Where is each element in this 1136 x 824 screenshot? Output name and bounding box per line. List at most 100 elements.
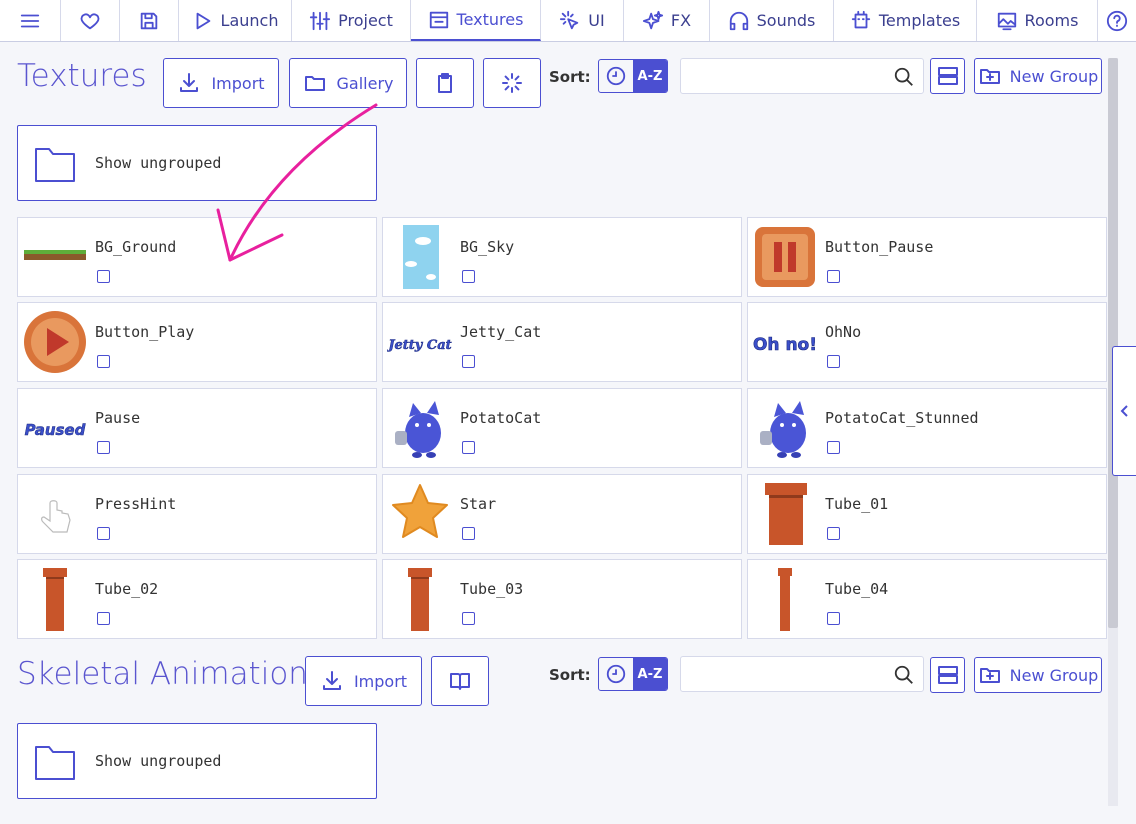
help-button[interactable] [1098, 0, 1136, 41]
texture-checkbox[interactable] [827, 355, 840, 368]
texture-card[interactable]: Tube_02 [17, 559, 377, 639]
tab-launch-label: Launch [220, 11, 279, 30]
chevron-left-icon [1120, 405, 1128, 417]
texture-checkbox[interactable] [97, 441, 110, 454]
tab-project[interactable]: Project [292, 0, 411, 41]
texture-name: Star [460, 495, 497, 513]
skeletal-show-ungrouped[interactable]: Show ungrouped [17, 723, 377, 799]
sort-az-button[interactable]: A-Z [633, 60, 667, 92]
tab-launch[interactable]: Launch [179, 0, 292, 41]
template-icon [851, 10, 870, 28]
texture-card[interactable]: Tube_04 [747, 559, 1107, 639]
clock-icon [606, 66, 626, 86]
texture-name: Tube_01 [825, 495, 889, 513]
cursor-icon [560, 10, 579, 29]
skeletal-import-label: Import [353, 671, 408, 691]
textures-search-input[interactable] [689, 59, 893, 93]
clipboard-icon [438, 73, 452, 93]
texture-card[interactable]: Button_Pause [747, 217, 1107, 297]
generate-button[interactable] [483, 58, 541, 108]
texture-checkbox[interactable] [827, 612, 840, 625]
tab-templates[interactable]: Templates [834, 0, 977, 41]
tab-textures[interactable]: Textures [411, 0, 541, 41]
texture-checkbox[interactable] [97, 527, 110, 540]
skeletal-sort-az-button[interactable]: A-Z [633, 658, 667, 690]
texture-name: PotatoCat [460, 409, 542, 427]
texture-thumbnail [22, 224, 88, 290]
texture-thumbnail [387, 566, 453, 632]
texture-checkbox[interactable] [462, 355, 475, 368]
menu-button[interactable] [0, 0, 61, 41]
skeletal-docs-button[interactable] [431, 656, 489, 706]
rows-icon [937, 67, 958, 85]
texture-checkbox[interactable] [462, 527, 475, 540]
textures-layout-button[interactable] [930, 58, 965, 94]
favorites-button[interactable] [61, 0, 120, 41]
sort-by-date-button[interactable] [599, 60, 633, 92]
save-icon [140, 12, 158, 29]
tab-sounds-label: Sounds [756, 11, 816, 30]
skeletal-new-group-button[interactable]: New Group [974, 657, 1102, 693]
sliders-icon [310, 11, 331, 30]
texture-card[interactable]: BG_Sky [382, 217, 742, 297]
texture-card[interactable]: Paused Pause [17, 388, 377, 468]
texture-name: Button_Play [95, 323, 195, 341]
tab-fx[interactable]: FX [624, 0, 710, 41]
texture-card[interactable]: Jetty Cat Jetty_Cat [382, 302, 742, 382]
play-icon [196, 12, 210, 29]
texture-card[interactable]: Button_Play [17, 302, 377, 382]
tab-fx-label: FX [670, 11, 692, 30]
texture-icon [429, 11, 448, 28]
textures-search [680, 58, 924, 94]
texture-checkbox[interactable] [462, 612, 475, 625]
texture-checkbox[interactable] [827, 270, 840, 283]
texture-card[interactable]: Oh no! OhNo [747, 302, 1107, 382]
paste-button[interactable] [416, 58, 474, 108]
texture-checkbox[interactable] [462, 270, 475, 283]
skeletal-sort-label: Sort: [549, 666, 591, 684]
texture-checkbox[interactable] [97, 270, 110, 283]
texture-thumbnail [22, 309, 88, 375]
menu-icon [20, 14, 40, 27]
textures-title: Textures [17, 58, 147, 94]
texture-card[interactable]: Tube_03 [382, 559, 742, 639]
textures-new-group-button[interactable]: New Group [974, 58, 1102, 94]
texture-thumbnail: Oh no! [752, 309, 818, 375]
texture-thumbnail [387, 395, 453, 461]
texture-card[interactable]: PressHint [17, 474, 377, 554]
heart-icon [80, 12, 100, 29]
skeletal-layout-button[interactable] [930, 657, 965, 693]
scrollbar-thumb[interactable] [1108, 58, 1118, 628]
headphones-icon [729, 11, 748, 30]
texture-checkbox[interactable] [97, 612, 110, 625]
tab-ui-label: UI [588, 11, 605, 30]
skeletal-sort-toggle: A-Z [598, 657, 668, 691]
texture-name: Tube_03 [460, 580, 524, 598]
texture-card[interactable]: Star [382, 474, 742, 554]
folder-icon [304, 76, 325, 91]
textures-import-label: Import [211, 73, 265, 93]
tab-ui[interactable]: UI [541, 0, 624, 41]
skeletal-search [680, 656, 924, 692]
texture-name: Tube_02 [95, 580, 159, 598]
skeletal-new-group-label: New Group [1009, 665, 1099, 685]
texture-checkbox[interactable] [462, 441, 475, 454]
top-nav: Launch Project Textures UI FX Sounds Tem… [0, 0, 1136, 42]
skeletal-search-input[interactable] [689, 657, 893, 691]
skeletal-sort-by-date-button[interactable] [599, 658, 633, 690]
skeletal-import-button[interactable]: Import [305, 656, 422, 706]
save-button[interactable] [120, 0, 179, 41]
tab-rooms-label: Rooms [1024, 11, 1079, 30]
texture-card[interactable]: PotatoCat [382, 388, 742, 468]
side-panel-toggle[interactable] [1112, 346, 1136, 476]
texture-checkbox[interactable] [827, 527, 840, 540]
search-icon [894, 67, 913, 86]
tab-rooms[interactable]: Rooms [977, 0, 1098, 41]
texture-checkbox[interactable] [827, 441, 840, 454]
tab-sounds[interactable]: Sounds [710, 0, 834, 41]
texture-card[interactable]: Tube_01 [747, 474, 1107, 554]
texture-card[interactable]: PotatoCat_Stunned [747, 388, 1107, 468]
image-icon [997, 12, 1016, 30]
rows-icon [937, 666, 958, 684]
texture-checkbox[interactable] [97, 355, 110, 368]
